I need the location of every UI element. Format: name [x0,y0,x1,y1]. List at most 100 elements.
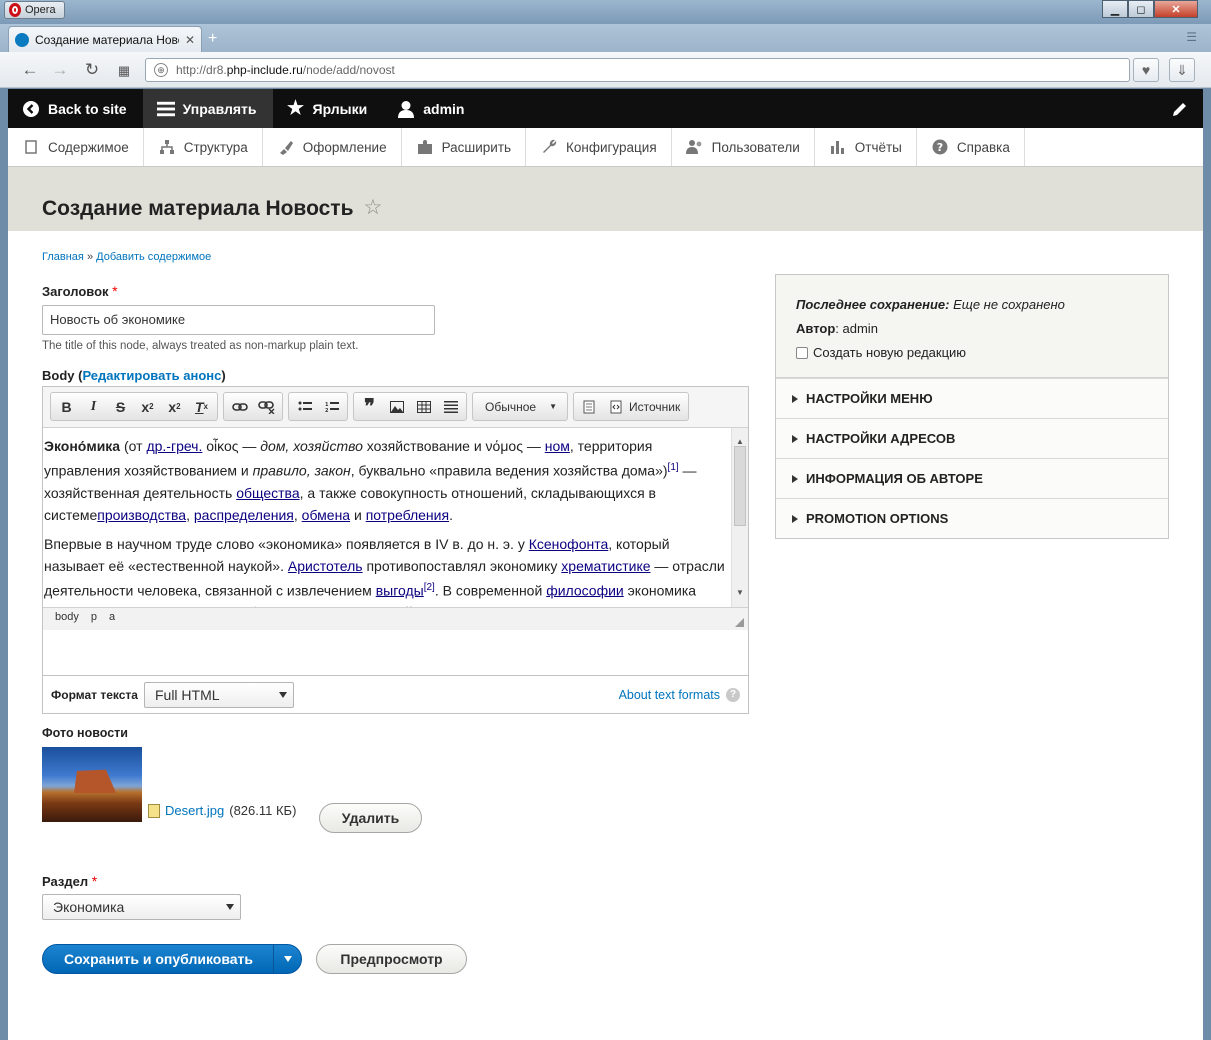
url-settings-toggle[interactable]: НАСТРОЙКИ АДРЕСОВ [776,418,1168,458]
blockquote-icon[interactable]: ❞ [356,393,383,420]
close-tab-icon[interactable]: ✕ [185,33,195,47]
shortcuts-tab[interactable]: ★ Ярлыки [273,89,384,128]
speed-dial-icon[interactable]: ▦ [114,63,134,79]
unlink-icon[interactable] [253,393,280,420]
file-size: (826.11 КБ) [229,803,297,818]
admin-toolbar: Back to site Управлять ★ Ярлыки admin [8,89,1203,128]
reload-icon[interactable]: ↻ [82,60,102,80]
file-link[interactable]: Desert.jpg [165,803,224,818]
bulleted-list-icon[interactable] [291,393,318,420]
user-icon [397,100,415,118]
meta-sidebar: Последнее сохранение: Еще не сохранено А… [775,274,1169,539]
file-info: Desert.jpg (826.11 КБ) [148,803,296,818]
tab-menu-icon[interactable]: ☰ [1186,30,1197,44]
user-tab[interactable]: admin [383,89,480,128]
section-select[interactable]: Экономика [42,894,241,920]
editor-toolbar: B I S x2 x2 Tx 1 2 ❞ Обычное ▼ Источник [43,387,748,428]
bookmark-heart-icon[interactable]: ♥ [1133,58,1159,82]
text-format-select[interactable]: Full HTML [143,681,294,708]
back-circle-icon [22,100,40,118]
new-revision-row: Создать новую редакцию [796,341,1148,365]
bold-icon[interactable]: B [53,393,80,420]
horizontal-line-icon[interactable] [437,393,464,420]
promotion-options-toggle[interactable]: PROMOTION OPTIONS [776,498,1168,538]
minimize-button[interactable]: ▁ [1102,0,1128,18]
editor-elements-path: body p a [43,607,748,630]
site-info-icon[interactable]: ⊕ [154,63,168,77]
tray-item-appearance[interactable]: Оформление [263,128,402,166]
path-p[interactable]: p [91,611,97,627]
delete-file-button[interactable]: Удалить [319,803,422,833]
forward-arrow-icon[interactable]: → [50,60,70,80]
paintbrush-icon [277,139,295,155]
tray-item-label: Конфигурация [566,139,657,155]
sidebar-section-label: НАСТРОЙКИ АДРЕСОВ [806,431,956,446]
tray-item-label: Содержимое [48,139,129,155]
tray-item-configuration[interactable]: Конфигурация [526,128,672,166]
preview-button[interactable]: Предпросмотр [316,944,467,974]
subscript-icon[interactable]: x2 [161,393,188,420]
last-saved: Последнее сохранение: Еще не сохранено [796,293,1148,317]
resize-handle[interactable] [735,618,744,627]
breadcrumb-add-content-link[interactable]: Добавить содержимое [96,251,211,263]
opera-menu-button[interactable]: Opera [4,1,65,19]
last-saved-label: Последнее сохранение: [796,297,950,312]
title-description: The title of this node, always treated a… [42,340,359,352]
path-a[interactable]: a [109,611,115,627]
new-revision-label[interactable]: Создать новую редакцию [813,341,966,365]
breadcrumb-home-link[interactable]: Главная [42,251,84,263]
text-format-label: Формат текста [51,687,138,702]
new-tab-icon[interactable]: + [208,30,217,48]
shortcut-star-icon[interactable]: ☆ [364,197,383,219]
title-input[interactable]: Новость об экономике [42,305,435,335]
edit-pencil-icon[interactable] [1157,89,1203,128]
tray-item-label: Оформление [302,139,387,155]
strikethrough-icon[interactable]: S [107,393,134,420]
menu-icon [156,100,175,118]
numbered-list-icon[interactable]: 12 [318,393,345,420]
remove-format-icon[interactable]: Tx [188,393,215,420]
image-file-icon [148,803,160,818]
restore-button[interactable]: ◻ [1128,0,1154,18]
save-publish-label[interactable]: Сохранить и опубликовать [43,945,273,973]
address-bar[interactable]: ⊕ http://dr8.php-include.ru/node/add/nov… [145,58,1130,82]
tray-item-reports[interactable]: Отчёты [815,128,917,166]
image-icon[interactable] [383,393,410,420]
tray-item-content[interactable]: Содержимое [8,128,144,166]
tray-item-help[interactable]: ? Справка [917,128,1025,166]
editor-group-formatting: B I S x2 x2 Tx [50,392,218,421]
editor-content[interactable]: Эконо́мика (от др.-греч. οἶκος — дом, хо… [43,428,748,607]
table-icon[interactable] [410,393,437,420]
author-info-toggle[interactable]: ИНФОРМАЦИЯ ОБ АВТОРЕ [776,458,1168,498]
save-publish-button[interactable]: Сохранить и опубликовать [42,944,302,974]
download-icon[interactable]: ⇓ [1169,58,1195,82]
editor-format-combo[interactable]: Обычное ▼ [472,392,568,421]
back-arrow-icon[interactable]: ← [20,60,40,80]
link-icon[interactable] [226,393,253,420]
save-dropdown-toggle[interactable] [273,945,301,973]
editor-scrollbar[interactable]: ▲ ▼ [731,428,748,607]
edit-summary-link[interactable]: Редактировать анонс [82,368,221,383]
superscript-icon[interactable]: x2 [134,393,161,420]
manage-tab[interactable]: Управлять [142,89,273,128]
tray-item-people[interactable]: Пользователи [672,128,815,166]
drupal-favicon-icon [15,32,29,47]
close-window-button[interactable]: ✕ [1154,0,1198,18]
about-text-formats-label: About text formats [618,687,720,702]
back-to-site-link[interactable]: Back to site [8,89,143,128]
about-text-formats-link[interactable]: About text formats ? [618,687,740,702]
help-icon: ? [931,139,949,155]
source-button[interactable]: Источник [603,393,686,420]
path-body[interactable]: body [55,611,79,627]
editor-group-source: Источник [573,392,690,421]
main-content: Главная » Добавить содержимое Заголовок … [8,231,1203,1040]
italic-icon[interactable]: I [80,393,107,420]
wrench-icon [540,139,558,155]
tray-item-structure[interactable]: Структура [144,128,263,166]
browser-tab[interactable]: Создание материала Новость ✕ [8,26,202,52]
window-controls: ▁ ◻ ✕ [1102,0,1198,18]
maximize-icon[interactable] [576,393,603,420]
tray-item-extend[interactable]: Расширить [402,128,527,166]
new-revision-checkbox[interactable] [796,347,808,359]
menu-settings-toggle[interactable]: НАСТРОЙКИ МЕНЮ [776,378,1168,418]
